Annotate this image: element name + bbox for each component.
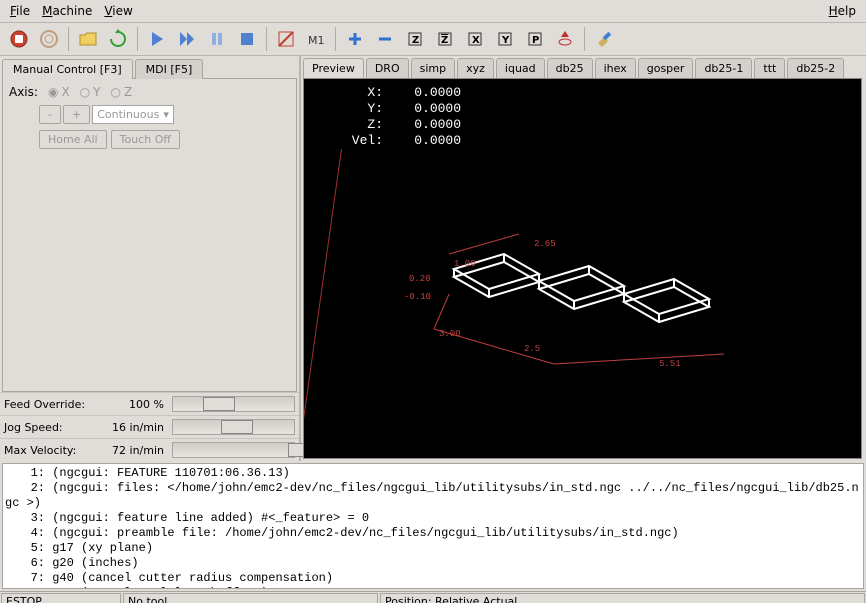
- tab-dro[interactable]: DRO: [366, 58, 409, 78]
- svg-text:X: X: [472, 35, 480, 46]
- toolbar: M1 Z Z X Y P: [0, 23, 866, 56]
- menu-view[interactable]: View: [98, 2, 138, 20]
- tab-xyz[interactable]: xyz: [457, 58, 494, 78]
- svg-text:M1: M1: [308, 34, 325, 47]
- tab-iquad[interactable]: iquad: [496, 58, 545, 78]
- axis-y-radio[interactable]: ○ Y: [80, 85, 101, 99]
- step-icon[interactable]: [174, 26, 200, 52]
- zoom-out-icon[interactable]: [372, 26, 398, 52]
- max-velocity-slider[interactable]: [172, 442, 295, 458]
- view-y-icon[interactable]: Y: [492, 26, 518, 52]
- max-velocity-row: Max Velocity: 72 in/min: [0, 438, 299, 461]
- reload-icon[interactable]: [105, 26, 131, 52]
- home-all-button[interactable]: Home All: [39, 130, 107, 149]
- feed-override-slider[interactable]: [172, 396, 295, 412]
- jog-speed-row: Jog Speed: 16 in/min: [0, 415, 299, 438]
- m1-icon[interactable]: M1: [303, 26, 329, 52]
- tab-db25-2[interactable]: db25-2: [787, 58, 844, 78]
- status-position: Position: Relative Actual: [380, 593, 865, 603]
- preview-tabs: Preview DRO simp xyz iquad db25 ihex gos…: [301, 56, 866, 78]
- tab-db25[interactable]: db25: [547, 58, 593, 78]
- feed-override-value: 100 %: [104, 398, 164, 411]
- clear-icon[interactable]: [591, 26, 617, 52]
- view-z2-icon[interactable]: Z: [432, 26, 458, 52]
- axis-line: [303, 149, 342, 446]
- tab-gosper[interactable]: gosper: [638, 58, 694, 78]
- view-rotate-icon[interactable]: [552, 26, 578, 52]
- tab-db25-1[interactable]: db25-1: [695, 58, 752, 78]
- status-bar: ESTOP No tool Position: Relative Actual: [0, 591, 866, 603]
- tab-preview[interactable]: Preview: [303, 58, 364, 78]
- axis-label: Axis:: [9, 85, 38, 99]
- menubar: File Machine View Help: [0, 0, 866, 23]
- stop-icon[interactable]: [234, 26, 260, 52]
- max-velocity-value: 72 in/min: [104, 444, 164, 457]
- svg-text:Z: Z: [412, 35, 419, 46]
- preview-canvas[interactable]: X: 0.0000 Y: 0.0000 Z: 0.0000 Vel: 0.000…: [303, 78, 862, 459]
- axis-x-radio[interactable]: ◉ X: [48, 85, 70, 99]
- power-icon[interactable]: [36, 26, 62, 52]
- menu-machine[interactable]: Machine: [36, 2, 98, 20]
- view-p-icon[interactable]: P: [522, 26, 548, 52]
- status-estop: ESTOP: [1, 593, 121, 603]
- manual-panel-body: Axis: ◉ X ○ Y ○ Z - + Continuous▾ Home A…: [2, 78, 297, 392]
- svg-text:P: P: [532, 35, 539, 46]
- view-z-icon[interactable]: Z: [402, 26, 428, 52]
- jog-speed-value: 16 in/min: [104, 421, 164, 434]
- jog-mode-select[interactable]: Continuous▾: [92, 105, 174, 124]
- tab-mdi[interactable]: MDI [F5]: [135, 59, 204, 79]
- position-readout: X: 0.0000 Y: 0.0000 Z: 0.0000 Vel: 0.000…: [344, 85, 461, 149]
- svg-text:Y: Y: [501, 35, 510, 46]
- tab-ihex[interactable]: ihex: [595, 58, 636, 78]
- svg-text:Z: Z: [441, 35, 448, 46]
- jog-minus-button[interactable]: -: [39, 105, 61, 124]
- touch-off-button[interactable]: Touch Off: [111, 130, 180, 149]
- left-panel: Manual Control [F3] MDI [F5] Axis: ◉ X ○…: [0, 56, 301, 461]
- right-panel: Preview DRO simp xyz iquad db25 ihex gos…: [301, 56, 866, 461]
- zoom-in-icon[interactable]: [342, 26, 368, 52]
- pause-icon[interactable]: [204, 26, 230, 52]
- status-tool: No tool: [123, 593, 378, 603]
- skip-icon[interactable]: [273, 26, 299, 52]
- view-x-icon[interactable]: X: [462, 26, 488, 52]
- toolpath-drawing: [424, 219, 744, 399]
- tab-ttt[interactable]: ttt: [754, 58, 785, 78]
- menu-help[interactable]: Help: [823, 2, 862, 20]
- tab-simp[interactable]: simp: [411, 58, 456, 78]
- feed-override-row: Feed Override: 100 %: [0, 392, 299, 415]
- jog-speed-slider[interactable]: [172, 419, 295, 435]
- menu-file[interactable]: File: [4, 2, 36, 20]
- axis-z-radio[interactable]: ○ Z: [111, 85, 133, 99]
- gcode-listing[interactable]: 1: (ngcgui: FEATURE 110701:06.36.13)2: (…: [2, 463, 864, 589]
- play-icon[interactable]: [144, 26, 170, 52]
- tab-manual-control[interactable]: Manual Control [F3]: [2, 59, 133, 79]
- estop-icon[interactable]: [6, 26, 32, 52]
- jog-plus-button[interactable]: +: [63, 105, 90, 124]
- open-icon[interactable]: [75, 26, 101, 52]
